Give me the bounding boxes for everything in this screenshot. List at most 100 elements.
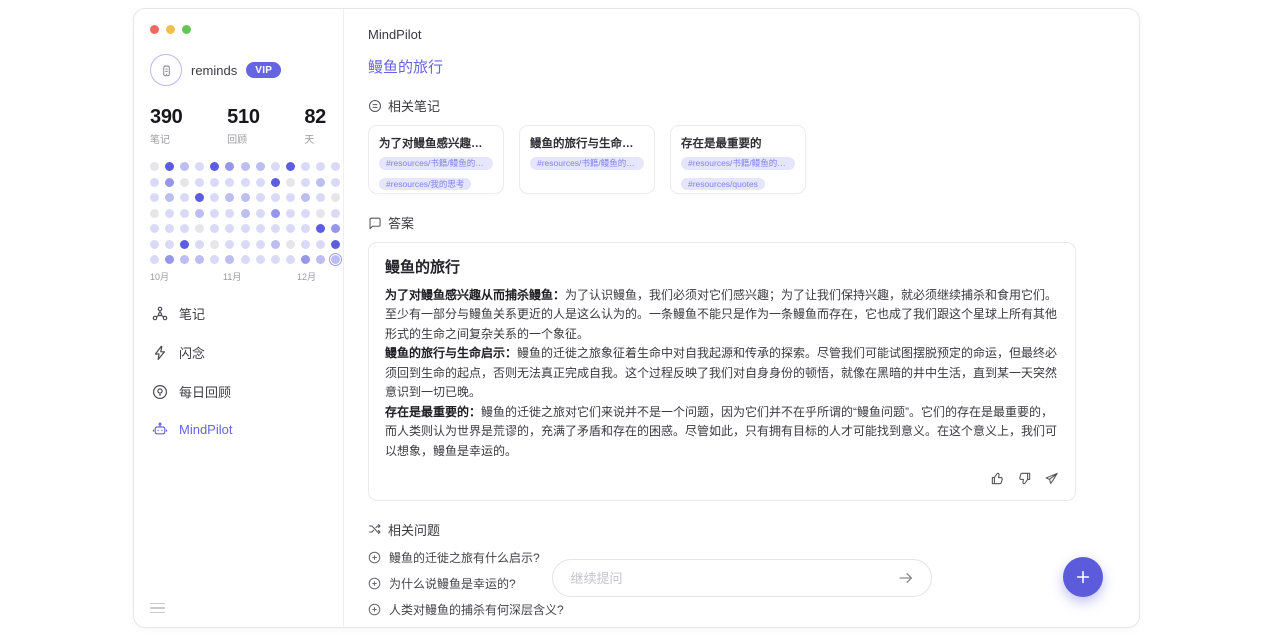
stat-notes: 390 笔记	[150, 106, 182, 146]
zoom-button[interactable]	[182, 25, 191, 34]
sidebar-item-daily-review[interactable]: 每日回顾	[150, 376, 328, 407]
heatmap-dot	[180, 209, 189, 218]
heatmap-dot	[195, 209, 204, 218]
heatmap-dot	[271, 162, 280, 171]
arrow-right-icon	[897, 569, 915, 587]
vip-badge: VIP	[246, 62, 281, 78]
daily-review-icon	[152, 384, 168, 400]
related-notes-cards: 为了对鳗鱼感兴趣从而... #resources/书籍/鳗鱼的旅行 #resou…	[368, 125, 1115, 194]
answer-title: 鳗鱼的旅行	[385, 256, 1059, 277]
page: reminds VIP 390 笔记 510 回顾 82 天 10	[0, 0, 1274, 637]
stat-reviews-value: 510	[227, 106, 259, 129]
note-tag[interactable]: #resources/我的思考	[379, 178, 471, 191]
heatmap-dot	[256, 178, 265, 187]
related-notes-heading: 相关笔记	[368, 96, 1115, 115]
heatmap-dot	[316, 162, 325, 171]
avatar	[150, 54, 182, 86]
heatmap-dot	[210, 224, 219, 233]
heatmap-dot	[165, 240, 174, 249]
window-controls	[150, 25, 328, 34]
heatmap-dot	[286, 240, 295, 249]
robot-icon	[152, 421, 168, 437]
heatmap-dot	[165, 193, 174, 202]
heatmap-dot	[195, 240, 204, 249]
section-label: 相关笔记	[388, 96, 440, 115]
heatmap-dot	[331, 178, 340, 187]
heatmap-dot	[316, 209, 325, 218]
thumbs-up-icon[interactable]	[990, 471, 1005, 486]
sidebar-item-mindpilot[interactable]: MindPilot	[150, 415, 328, 443]
heatmap-dot	[225, 178, 234, 187]
question-item[interactable]: 人类对鳗鱼的捕杀有何深层含义?	[368, 601, 1115, 618]
heatmap-dot	[331, 162, 340, 171]
minimize-button[interactable]	[166, 25, 175, 34]
month-label: 12月	[297, 270, 316, 283]
heatmap-dot	[195, 193, 204, 202]
heatmap-dot	[316, 255, 325, 264]
send-arrow-button[interactable]	[895, 567, 917, 589]
heatmap-dot	[180, 193, 189, 202]
heatmap-dot	[256, 193, 265, 202]
note-card[interactable]: 为了对鳗鱼感兴趣从而... #resources/书籍/鳗鱼的旅行 #resou…	[368, 125, 504, 194]
heatmap-dot	[180, 162, 189, 171]
thumbs-down-icon[interactable]	[1017, 471, 1032, 486]
heatmap-dot	[225, 224, 234, 233]
note-card[interactable]: 鳗鱼的旅行与生命启示 #resources/书籍/鳗鱼的旅行	[519, 125, 655, 194]
heatmap-dot	[301, 178, 310, 187]
activity-heatmap	[150, 162, 328, 264]
heatmap-dot	[225, 255, 234, 264]
heatmap-dot	[225, 193, 234, 202]
note-tag[interactable]: #resources/书籍/鳗鱼的旅行	[530, 157, 644, 170]
note-tag[interactable]: #resources/quotes	[681, 178, 765, 191]
ask-input-bar	[552, 559, 932, 597]
heatmap-dot	[256, 255, 265, 264]
heatmap-dot	[225, 209, 234, 218]
heatmap-dot	[150, 224, 159, 233]
note-tag[interactable]: #resources/书籍/鳗鱼的旅行	[379, 157, 493, 170]
heatmap-dot	[271, 209, 280, 218]
heatmap-dot	[241, 162, 250, 171]
month-label: 11月	[223, 270, 241, 283]
share-send-icon[interactable]	[1044, 471, 1059, 486]
sidebar-item-notes[interactable]: 笔记	[150, 298, 328, 329]
heatmap-dot	[241, 255, 250, 264]
month-label: 10月	[150, 270, 169, 283]
heatmap-dot	[241, 209, 250, 218]
new-question-fab[interactable]	[1063, 557, 1103, 597]
ask-input[interactable]	[571, 571, 895, 586]
heatmap-dot	[210, 193, 219, 202]
sidebar-collapse-handle[interactable]	[150, 603, 165, 614]
question-text: 人类对鳗鱼的捕杀有何深层含义?	[389, 601, 564, 618]
heatmap-dot	[150, 240, 159, 249]
heatmap-dot	[316, 193, 325, 202]
heatmap-dot	[150, 209, 159, 218]
heatmap-dot	[195, 224, 204, 233]
heatmap-dot	[271, 224, 280, 233]
note-tag[interactable]: #resources/书籍/鳗鱼的旅行	[681, 157, 795, 170]
stat-reviews-label: 回顾	[227, 131, 259, 146]
app-window: reminds VIP 390 笔记 510 回顾 82 天 10	[133, 8, 1140, 628]
note-card[interactable]: 存在是最重要的 #resources/书籍/鳗鱼的旅行 #resources/q…	[670, 125, 806, 194]
heatmap-dot	[256, 240, 265, 249]
heatmap-dot	[331, 240, 340, 249]
tower-avatar-icon	[159, 63, 174, 78]
close-button[interactable]	[150, 25, 159, 34]
heatmap-dot	[165, 224, 174, 233]
heatmap-dot	[210, 240, 219, 249]
answer-chat-icon	[368, 216, 382, 230]
user-profile[interactable]: reminds VIP	[150, 54, 328, 86]
heatmap-dot	[180, 255, 189, 264]
heatmap-dot	[150, 255, 159, 264]
sidebar-item-label: 每日回顾	[179, 382, 231, 401]
sidebar-item-flash[interactable]: 闪念	[150, 337, 328, 368]
heatmap-dot	[301, 240, 310, 249]
heatmap-dot	[165, 178, 174, 187]
heatmap-dot	[241, 178, 250, 187]
heatmap-dot	[301, 255, 310, 264]
sidebar-item-label: MindPilot	[179, 422, 232, 437]
answer-paragraph: 鳗鱼的旅行与生命启示：鳗鱼的迁徙之旅象征着生命中对自我起源和传承的探索。尽管我们…	[385, 344, 1059, 402]
heatmap-dot	[271, 193, 280, 202]
topic-link[interactable]: 鳗鱼的旅行	[368, 56, 443, 77]
heatmap-dot	[301, 162, 310, 171]
heatmap-dot	[301, 193, 310, 202]
